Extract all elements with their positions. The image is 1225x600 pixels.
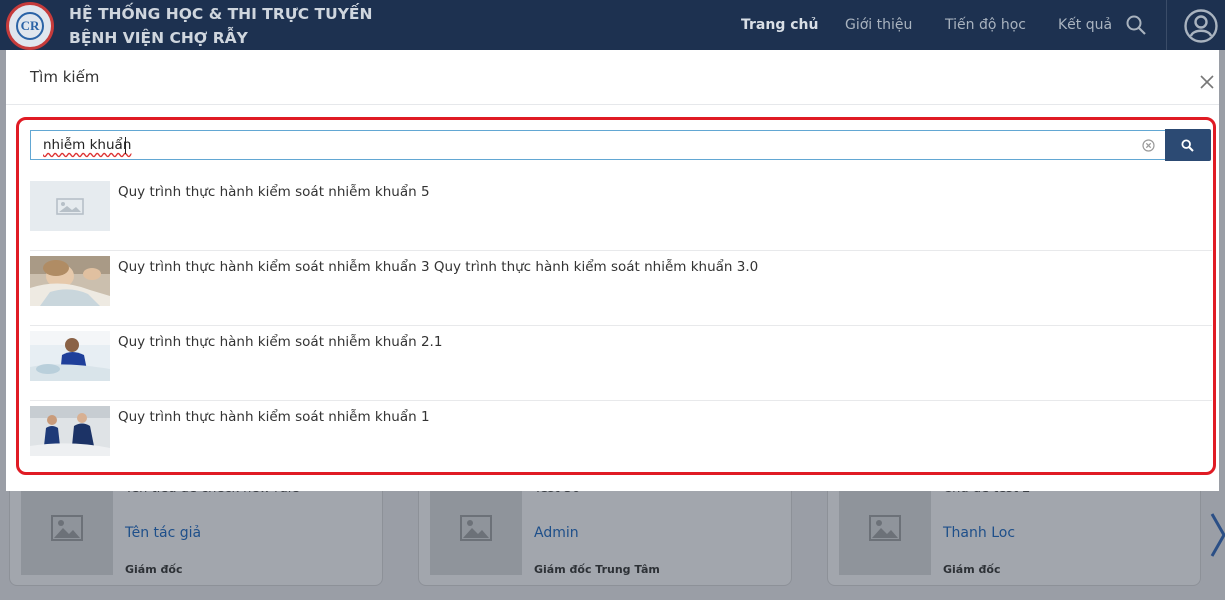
nav-progress[interactable]: Tiến độ học [945, 0, 1026, 50]
result-title: Quy trình thực hành kiểm soát nhiễm khuẩ… [118, 184, 430, 200]
text-caret [125, 137, 126, 154]
brand-line-1: HỆ THỐNG HỌC & THI TRỰC TUYẾN [69, 5, 373, 23]
card-author[interactable]: Thanh Loc [943, 525, 1015, 541]
image-placeholder-icon [460, 515, 492, 541]
result-title: Quy trình thực hành kiểm soát nhiễm khuẩ… [118, 334, 443, 350]
chevron-right-icon[interactable] [1208, 510, 1225, 560]
search-result-item[interactable]: Quy trình thực hành kiểm soát nhiễm khuẩ… [30, 176, 1212, 251]
close-icon[interactable] [1199, 74, 1215, 90]
result-thumbnail [30, 331, 110, 381]
search-input[interactable]: nhiễm khuẩn [30, 130, 1166, 160]
search-icon[interactable] [1125, 14, 1147, 36]
nav-about[interactable]: Giới thiệu [845, 0, 912, 50]
image-placeholder-icon [51, 515, 83, 541]
clear-icon[interactable] [1142, 139, 1155, 152]
logo-mark-icon: CR [16, 12, 44, 40]
nav-divider [1166, 0, 1167, 50]
card-author[interactable]: Admin [534, 525, 579, 541]
brand-line-2: BỆNH VIỆN CHỢ RẪY [69, 29, 248, 47]
nav-results[interactable]: Kết quả [1058, 0, 1112, 50]
result-title: Quy trình thực hành kiểm soát nhiễm khuẩ… [118, 259, 759, 275]
brand-title[interactable]: HỆ THỐNG HỌC & THI TRỰC TUYẾN BỆNH VIỆN … [69, 2, 372, 50]
search-icon [1181, 139, 1194, 152]
image-placeholder-icon [869, 515, 901, 541]
search-button[interactable] [1165, 129, 1211, 161]
image-placeholder-icon [56, 198, 84, 215]
search-modal: Tìm kiếm nhiễm khuẩn Quy trình thực hành… [6, 50, 1219, 491]
medical-team-photo-image [30, 406, 110, 456]
search-result-item[interactable]: Quy trình thực hành kiểm soát nhiễm khuẩ… [30, 326, 1212, 401]
card-thumbnail [839, 487, 931, 575]
patient-photo-image [30, 256, 110, 306]
card-thumbnail [21, 487, 113, 575]
result-title: Quy trình thực hành kiểm soát nhiễm khuẩ… [118, 409, 430, 425]
search-result-item[interactable]: Quy trình thực hành kiểm soát nhiễm khuẩ… [30, 251, 1212, 326]
result-thumbnail [30, 256, 110, 306]
search-result-item[interactable]: Quy trình thực hành kiểm soát nhiễm khuẩ… [30, 401, 1212, 476]
top-header: CR HỆ THỐNG HỌC & THI TRỰC TUYẾN BỆNH VI… [0, 0, 1225, 50]
card-role: Giám đốc Trung Tâm [534, 563, 660, 576]
search-results-list: Quy trình thực hành kiểm soát nhiễm khuẩ… [30, 176, 1212, 476]
hospital-logo[interactable]: CR [6, 2, 54, 50]
modal-header: Tìm kiếm [6, 50, 1219, 105]
result-thumbnail [30, 406, 110, 456]
modal-title: Tìm kiếm [30, 68, 100, 86]
card-thumbnail [430, 487, 522, 575]
card-role: Giám đốc [125, 563, 183, 576]
result-thumbnail [30, 181, 110, 231]
nurse-photo-image [30, 331, 110, 381]
card-author[interactable]: Tên tác giả [125, 525, 201, 541]
user-icon[interactable] [1183, 8, 1219, 44]
nav-home[interactable]: Trang chủ [741, 0, 818, 50]
card-role: Giám đốc [943, 563, 1001, 576]
search-input-value: nhiễm khuẩn [43, 137, 132, 153]
